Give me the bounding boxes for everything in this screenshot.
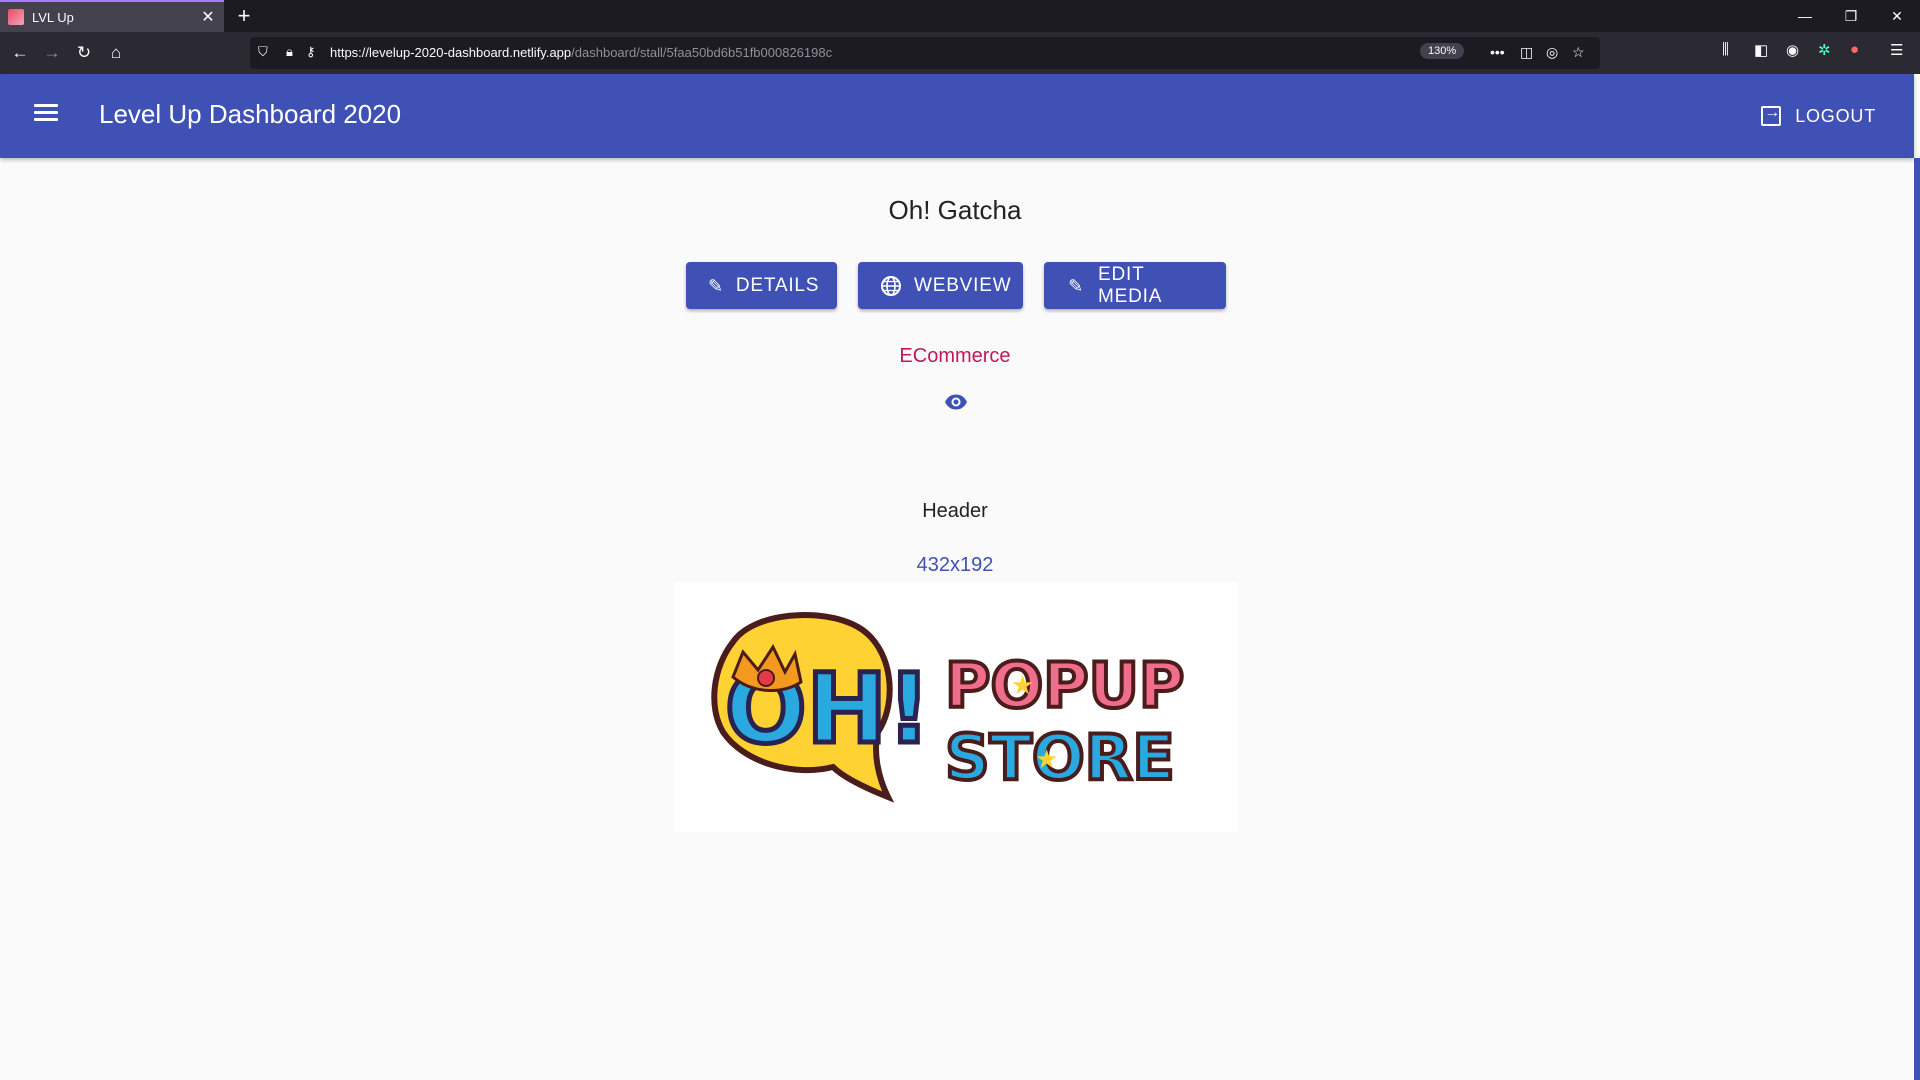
media-dimensions: 432x192 xyxy=(916,554,994,576)
svg-text:★: ★ xyxy=(1011,671,1034,701)
app-title: Level Up Dashboard 2020 xyxy=(99,99,402,129)
extension-icon[interactable]: ◎ xyxy=(1546,44,1558,61)
edit-media-label: EDIT MEDIA xyxy=(1098,263,1163,307)
media-section-label: Header xyxy=(922,500,988,522)
key-icon[interactable]: ⚷ xyxy=(306,44,316,60)
back-icon[interactable]: ← xyxy=(8,41,32,65)
pocket-icon[interactable]: ◫ xyxy=(1520,44,1533,61)
oh-popup-store-logo: OH! POPUP STORE ★ ★ xyxy=(711,612,1186,803)
header-media-image: OH! POPUP STORE ★ ★ xyxy=(673,582,1239,832)
extension-record-icon[interactable]: ● xyxy=(1850,41,1859,58)
url-text[interactable]: https://levelup-2020-dashboard.netlify.a… xyxy=(330,45,832,60)
new-tab-button[interactable]: + xyxy=(230,2,258,30)
pencil-icon: ✎ xyxy=(708,275,724,296)
zoom-level-badge[interactable]: 130% xyxy=(1420,43,1465,59)
site-favicon-icon xyxy=(8,9,24,25)
stall-name: Oh! Gatcha xyxy=(888,195,1022,225)
globe-icon xyxy=(880,275,902,297)
account-icon[interactable]: ◉ xyxy=(1786,41,1799,59)
app-header: Level Up Dashboard 2020 LOGOUT xyxy=(0,74,1914,158)
bookmark-star-icon[interactable]: ☆ xyxy=(1572,44,1585,61)
webview-button[interactable]: WEBVIEW xyxy=(858,262,1023,309)
close-window-button[interactable]: ✕ xyxy=(1874,0,1920,32)
extension-gear-icon[interactable]: ✲ xyxy=(1818,41,1831,59)
address-bar[interactable]: ⛉ 🔒︎ ⚷ https://levelup-2020-dashboard.ne… xyxy=(250,37,1600,69)
visibility-eye-icon[interactable] xyxy=(944,390,968,414)
minimize-window-button[interactable]: — xyxy=(1782,0,1828,32)
pencil-icon: ✎ xyxy=(1068,275,1084,296)
details-button[interactable]: ✎ DETAILS xyxy=(686,262,837,309)
restore-window-button[interactable]: ❐ xyxy=(1828,0,1874,32)
page-scrollbar[interactable] xyxy=(1914,158,1920,1080)
browser-menu-icon[interactable]: ☰ xyxy=(1890,41,1903,59)
browser-tab-strip: LVL Up ✕ + — ❐ ✕ xyxy=(0,0,1920,32)
home-icon[interactable]: ⌂ xyxy=(104,41,128,65)
reload-icon[interactable]: ↻ xyxy=(72,41,96,65)
browser-tab[interactable]: LVL Up ✕ xyxy=(0,0,224,32)
edit-media-button[interactable]: ✎ EDIT MEDIA xyxy=(1044,262,1226,309)
logout-label: LOGOUT xyxy=(1795,105,1876,126)
logo-popup-text: POPUP xyxy=(945,649,1184,722)
stall-category: ECommerce xyxy=(899,345,1011,367)
webview-label: WEBVIEW xyxy=(914,274,1012,296)
details-label: DETAILS xyxy=(735,274,820,296)
forward-icon[interactable]: → xyxy=(40,41,64,65)
page-actions-icon[interactable]: ••• xyxy=(1490,44,1505,60)
hamburger-menu-icon[interactable] xyxy=(30,100,62,132)
logout-icon xyxy=(1761,104,1782,126)
logo-store-text: STORE xyxy=(945,721,1175,794)
browser-toolbar: ← → ↻ ⌂ ⛉ 🔒︎ ⚷ https://levelup-2020-dash… xyxy=(0,32,1920,74)
svg-text:★: ★ xyxy=(1035,745,1058,775)
logout-button[interactable]: LOGOUT xyxy=(1761,98,1876,134)
tab-title: LVL Up xyxy=(32,9,74,25)
library-icon[interactable]: ⫼ xyxy=(1722,41,1729,58)
sidebar-icon[interactable]: ◧ xyxy=(1754,41,1768,59)
tracking-shield-icon[interactable]: ⛉ xyxy=(258,44,268,60)
close-tab-icon[interactable]: ✕ xyxy=(196,7,220,27)
stall-actions: ✎ DETAILS WEBVIEW ✎ EDIT MEDIA xyxy=(686,262,1226,309)
lock-icon[interactable]: 🔒︎ xyxy=(286,44,293,60)
